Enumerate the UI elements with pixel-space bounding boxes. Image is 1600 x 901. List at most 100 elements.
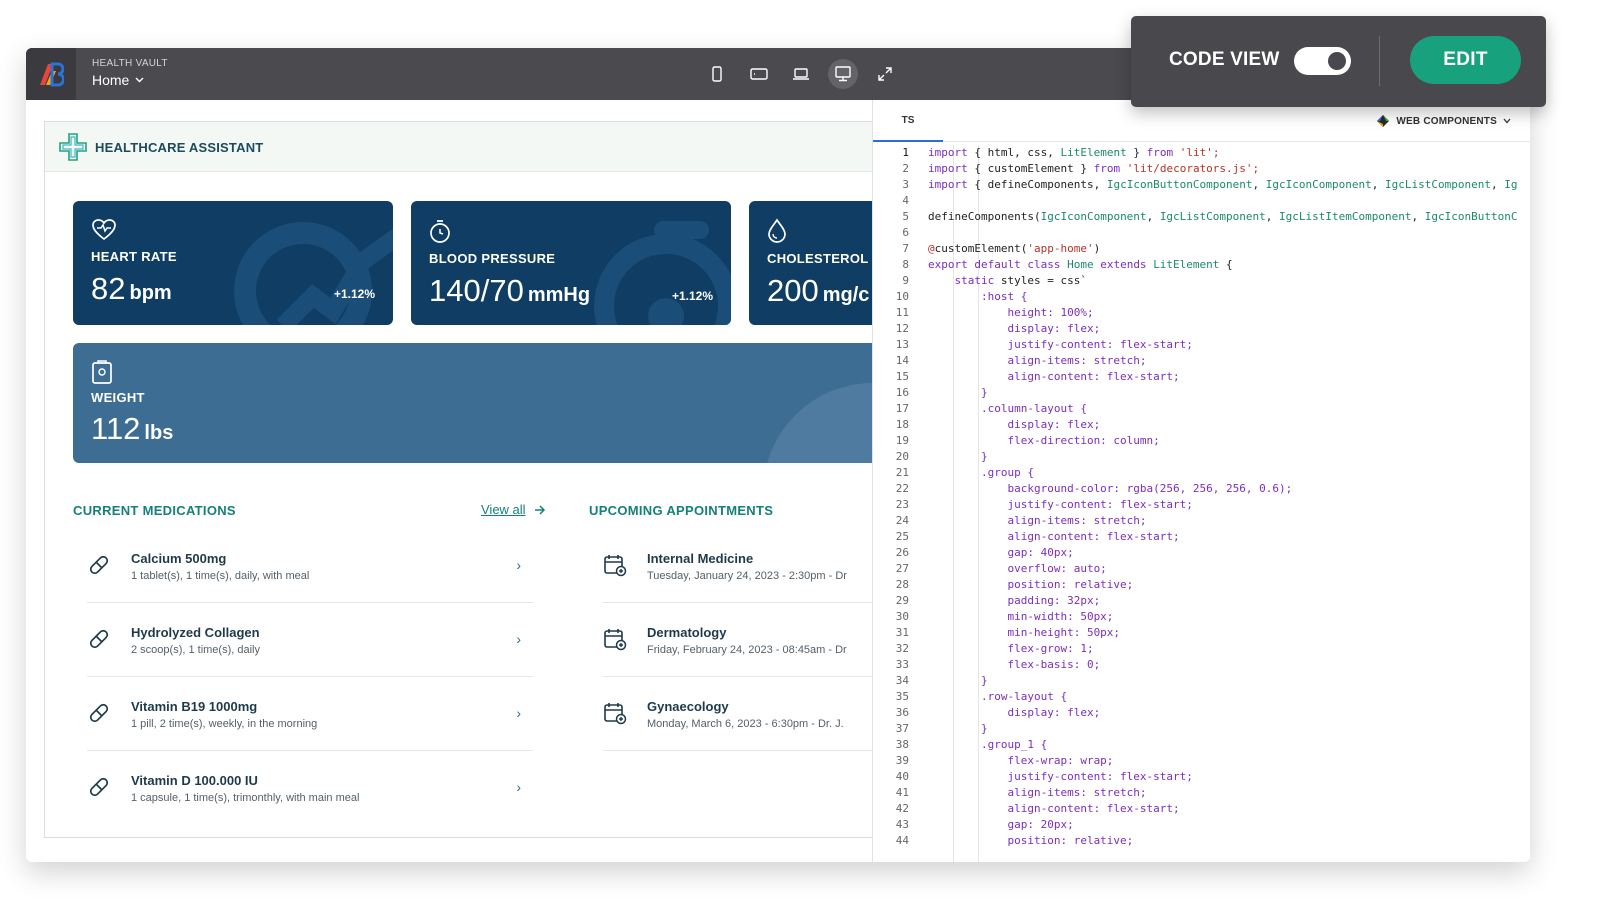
line-number: 36 xyxy=(895,706,909,719)
chevron-right-icon: › xyxy=(516,779,521,795)
appointment-item[interactable]: Dermatology Friday, February 24, 2023 - … xyxy=(603,603,903,677)
desktop-view-button[interactable] xyxy=(828,59,858,89)
code-line: 18 display: flex; xyxy=(873,417,1530,433)
line-number: 21 xyxy=(895,466,909,479)
heart-rate-card[interactable]: HEART RATE 82 bpm +1.12% xyxy=(73,201,393,325)
code-line: 3 import { defineComponents, IgcIconButto… xyxy=(873,177,1530,193)
code-token: .group { xyxy=(928,466,1034,479)
medication-item[interactable]: Vitamin D 100.000 IU 1 capsule, 1 time(s… xyxy=(87,751,533,825)
medication-detail: 1 tablet(s), 1 time(s), daily, with meal xyxy=(131,570,310,582)
cholesterol-unit: mg/c xyxy=(822,284,870,306)
code-line: 34 } xyxy=(873,673,1530,689)
code-token: } xyxy=(1126,146,1147,159)
code-token: IgcListComponent xyxy=(1385,178,1491,191)
tablet-view-button[interactable] xyxy=(744,59,774,89)
code-line: 41 align-items: stretch; xyxy=(873,785,1530,801)
code-token: customElement( xyxy=(934,242,1028,255)
weight-card[interactable]: WEIGHT 112 lbs xyxy=(73,343,903,463)
appointment-item[interactable]: Gynaecology Monday, March 6, 2023 - 6:30… xyxy=(603,677,903,751)
appointment-item[interactable]: Internal Medicine Tuesday, January 24, 2… xyxy=(603,529,903,603)
desktop-icon xyxy=(835,66,851,82)
line-number: 43 xyxy=(895,818,909,831)
code-token: import xyxy=(928,178,968,191)
view-all-link[interactable]: View all xyxy=(481,502,546,517)
code-line: 43 gap: 20px; xyxy=(873,817,1530,833)
code-token: LitElement xyxy=(1060,146,1127,159)
code-token: IgcIconButtonComponent xyxy=(1106,178,1253,191)
tab-ts[interactable]: TS xyxy=(873,100,943,142)
heart-rate-value: 82 bpm xyxy=(91,271,172,307)
code-token: } xyxy=(928,386,988,399)
code-token: padding: 32px; xyxy=(928,594,1101,607)
toggle-knob xyxy=(1328,52,1346,70)
code-token: justify-content: flex-start; xyxy=(928,770,1193,783)
code-line: 27 overflow: auto; xyxy=(873,561,1530,577)
code-line: 30 min-width: 50px; xyxy=(873,609,1530,625)
medication-item[interactable]: Calcium 500mg 1 tablet(s), 1 time(s), da… xyxy=(87,529,533,603)
code-text: export default class Home extends LitEle… xyxy=(928,257,1233,273)
code-line: 35 .row-layout { xyxy=(873,689,1530,705)
code-text: align-items: stretch; xyxy=(928,785,1146,801)
phone-icon xyxy=(712,66,722,82)
code-token: justify-content: flex-start; xyxy=(928,498,1193,511)
framework-label: WEB COMPONENTS xyxy=(1396,115,1497,127)
page-selector[interactable]: Home xyxy=(92,72,144,88)
calendar-add-icon xyxy=(604,629,627,651)
weight-unit: lbs xyxy=(144,422,174,444)
cholesterol-number: 200 xyxy=(767,273,819,308)
blood-pressure-number: 140/70 xyxy=(429,273,524,308)
phone-view-button[interactable] xyxy=(702,59,732,89)
code-line: 25 align-content: flex-start; xyxy=(873,529,1530,545)
code-token: } xyxy=(928,674,988,687)
code-line: 4 xyxy=(873,193,1530,209)
code-token: display: flex; xyxy=(928,418,1101,431)
medication-item[interactable]: Vitamin B19 1000mg 1 pill, 2 time(s), we… xyxy=(87,677,533,751)
code-line: 13 justify-content: flex-start; xyxy=(873,337,1530,353)
medication-item[interactable]: Hydrolyzed Collagen 2 scoop(s), 1 time(s… xyxy=(87,603,533,677)
code-line: 11 height: 100%; xyxy=(873,305,1530,321)
line-number: 26 xyxy=(895,546,909,559)
code-token: , xyxy=(1146,210,1160,223)
code-token: align-items: stretch; xyxy=(928,354,1147,367)
code-token: static xyxy=(954,274,995,287)
code-token: .column-layout { xyxy=(928,402,1087,415)
code-line: 19 flex-direction: column; xyxy=(873,433,1530,449)
blood-pressure-card[interactable]: BLOOD PRESSURE 140/70 mmHg +1.12% xyxy=(411,201,731,325)
code-text: flex-grow: 1; xyxy=(928,641,1093,657)
edit-button[interactable]: EDIT xyxy=(1410,36,1521,84)
framework-selector[interactable]: WEB COMPONENTS xyxy=(1376,114,1511,128)
laptop-view-button[interactable] xyxy=(786,59,816,89)
code-editor[interactable]: 1 import { html, css, LitElement } from '… xyxy=(873,145,1530,862)
code-token: , xyxy=(1490,178,1505,191)
code-view-toggle[interactable] xyxy=(1294,47,1351,75)
medical-cross-icon xyxy=(59,133,87,161)
code-token: , xyxy=(1252,178,1266,191)
code-token: gap: 20px; xyxy=(928,818,1074,831)
code-token: styles = css` xyxy=(994,274,1087,287)
code-text: min-width: 50px; xyxy=(928,609,1113,625)
line-number: 28 xyxy=(895,578,909,591)
blood-pressure-value: 140/70 mmHg xyxy=(429,273,590,309)
app-logo[interactable] xyxy=(26,48,76,100)
fullscreen-button[interactable] xyxy=(870,59,900,89)
code-text: import { defineComponents, IgcIconButton… xyxy=(928,177,1517,193)
code-token: 'lit'; xyxy=(1173,146,1220,159)
chevron-right-icon: › xyxy=(516,557,521,573)
code-token: from xyxy=(1146,146,1174,159)
fullscreen-icon xyxy=(878,67,892,81)
code-panel: TS WEB COMPONENTS 1 import { html, css, L… xyxy=(872,100,1530,862)
code-token: IgcListItemComponent xyxy=(1279,210,1412,223)
code-token: IgcListComponent xyxy=(1159,210,1266,223)
code-line: 26 gap: 40px; xyxy=(873,545,1530,561)
code-token: flex-direction: column; xyxy=(928,434,1160,447)
code-text: padding: 32px; xyxy=(928,593,1100,609)
code-token: from xyxy=(1093,162,1121,175)
code-text: justify-content: flex-start; xyxy=(928,337,1192,353)
line-number: 14 xyxy=(895,354,909,367)
line-number: 29 xyxy=(895,594,909,607)
line-number: 7 xyxy=(902,242,909,255)
code-view-panel: CODE VIEW EDIT xyxy=(1131,16,1546,107)
code-token: Ig xyxy=(1504,178,1518,191)
appointment-detail: Friday, February 24, 2023 - 08:45am - Dr xyxy=(647,644,847,656)
code-token: flex-wrap: wrap; xyxy=(928,754,1114,767)
